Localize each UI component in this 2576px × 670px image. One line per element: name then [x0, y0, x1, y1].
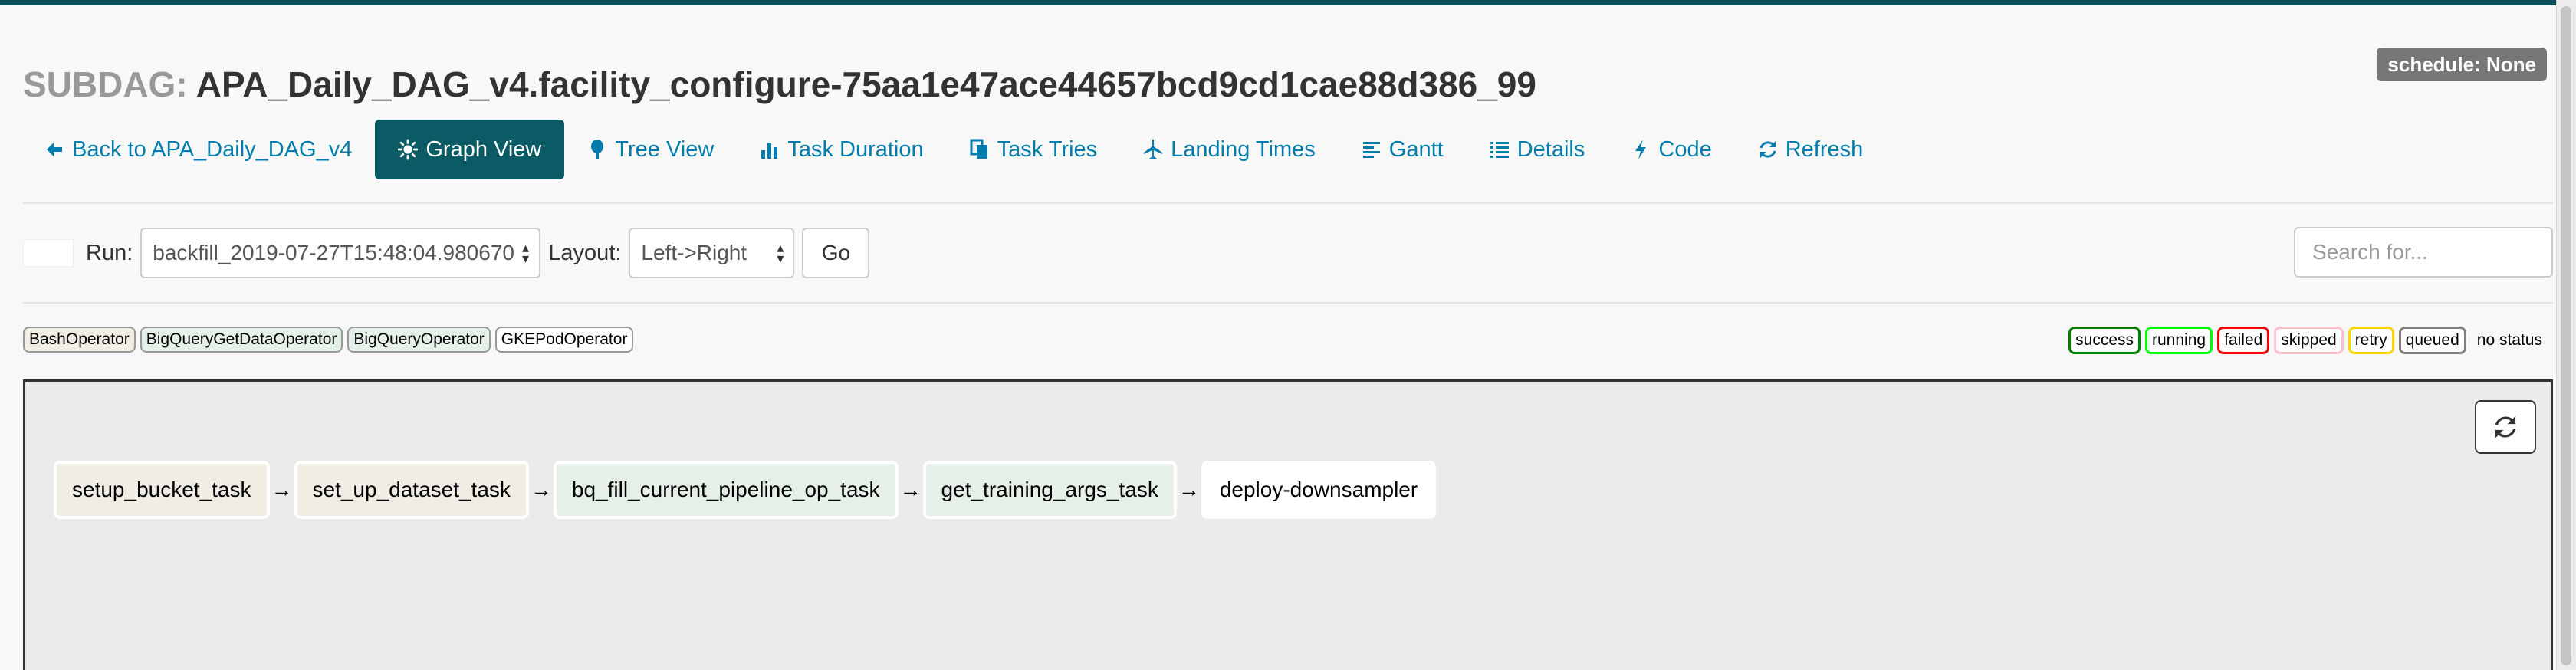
tab-landing-times[interactable]: Landing Times	[1120, 120, 1339, 179]
tab-gantt-label: Gantt	[1388, 136, 1444, 162]
operator-chip: BashOperator	[23, 327, 136, 353]
dag-nav-tabs: Back to APA_Daily_DAG_v4 Graph View Tree…	[23, 120, 1886, 179]
dag-name: APA_Daily_DAG_v4.facility_configure-75aa…	[196, 64, 1536, 104]
operator-chip: BigQueryOperator	[347, 327, 491, 353]
tab-task-duration-label: Task Duration	[787, 136, 924, 162]
run-select-value: backfill_2019-07-27T15:48:04.980670	[153, 241, 514, 264]
sun-icon	[398, 138, 419, 161]
graph-panel[interactable]	[23, 379, 2553, 670]
task-node[interactable]: setup_bucket_task	[54, 461, 270, 519]
bolt-icon	[1631, 138, 1651, 161]
copy-icon	[970, 138, 990, 161]
task-node[interactable]: get_training_args_task	[922, 461, 1177, 519]
refresh-link-label: Refresh	[1785, 136, 1864, 162]
task-node[interactable]: set_up_dataset_task	[294, 461, 529, 519]
run-label: Run:	[86, 240, 133, 265]
page-title: SUBDAG: APA_Daily_DAG_v4.facility_config…	[23, 61, 1536, 107]
select-arrows-icon: ▴ ▾	[777, 240, 784, 266]
run-state-swatch	[23, 239, 74, 267]
tab-tree-view[interactable]: Tree View	[564, 120, 737, 179]
divider	[23, 202, 2553, 204]
layout-select[interactable]: Left->Right ▴ ▾	[629, 228, 795, 278]
run-controls: Run: backfill_2019-07-27T15:48:04.980670…	[23, 226, 870, 280]
edge-arrow-icon: →	[530, 478, 552, 501]
bar-chart-icon	[760, 138, 780, 161]
dag-graph: setup_bucket_task → set_up_dataset_task → bq…	[54, 461, 1437, 519]
tab-tree-view-label: Tree View	[615, 136, 715, 162]
state-chip-failed[interactable]: failed	[2217, 327, 2270, 354]
tab-gantt[interactable]: Gantt	[1339, 120, 1467, 179]
list-icon	[1490, 138, 1510, 161]
task-node[interactable]: deploy-downsampler	[1201, 461, 1437, 519]
tab-graph-view[interactable]: Graph View	[375, 120, 565, 179]
align-left-icon	[1362, 138, 1382, 161]
state-chip-queued[interactable]: queued	[2398, 327, 2466, 354]
back-link[interactable]: Back to APA_Daily_DAG_v4	[23, 120, 375, 179]
layout-label: Layout:	[548, 240, 622, 265]
divider	[23, 302, 2553, 304]
tab-code[interactable]: Code	[1608, 120, 1734, 179]
refresh-icon	[1758, 138, 1778, 161]
arrow-left-icon	[44, 138, 64, 161]
tab-code-label: Code	[1658, 136, 1712, 162]
search-input[interactable]	[2294, 227, 2553, 278]
tab-task-tries-label: Task Tries	[997, 136, 1098, 162]
go-button[interactable]: Go	[802, 228, 870, 278]
edge-arrow-icon: →	[899, 478, 922, 501]
tab-graph-view-label: Graph View	[426, 136, 542, 162]
tab-task-tries[interactable]: Task Tries	[947, 120, 1121, 179]
refresh-graph-button[interactable]	[2475, 400, 2536, 454]
tab-details[interactable]: Details	[1467, 120, 1608, 179]
operator-chip: GKEPodOperator	[495, 327, 634, 353]
scrollbar-thumb[interactable]	[2561, 6, 2571, 665]
schedule-badge: schedule: None	[2377, 48, 2547, 81]
tree-icon	[587, 138, 607, 161]
plane-icon	[1143, 138, 1163, 161]
title-prefix: SUBDAG:	[23, 64, 188, 104]
operator-chip: BigQueryGetDataOperator	[140, 327, 343, 353]
state-chip-skipped[interactable]: skipped	[2274, 327, 2344, 354]
back-link-label: Back to APA_Daily_DAG_v4	[72, 136, 353, 162]
page-scrollbar[interactable]	[2556, 0, 2576, 670]
operator-legend: BashOperator BigQueryGetDataOperator BigQu…	[23, 327, 634, 353]
refresh-icon	[2492, 414, 2518, 440]
state-no-status[interactable]: no status	[2477, 331, 2542, 350]
state-chip-running[interactable]: running	[2145, 327, 2213, 354]
tab-landing-times-label: Landing Times	[1171, 136, 1316, 162]
refresh-link[interactable]: Refresh	[1735, 120, 1887, 179]
run-select[interactable]: backfill_2019-07-27T15:48:04.980670 ▴ ▾	[140, 228, 541, 278]
edge-arrow-icon: →	[1178, 478, 1200, 501]
tab-task-duration[interactable]: Task Duration	[737, 120, 946, 179]
tab-details-label: Details	[1516, 136, 1585, 162]
layout-select-value: Left->Right	[641, 241, 748, 264]
edge-arrow-icon: →	[271, 478, 293, 501]
select-arrows-icon: ▴ ▾	[521, 240, 530, 266]
top-bar	[0, 0, 2576, 5]
task-node[interactable]: bq_fill_current_pipeline_op_task	[553, 461, 899, 519]
state-legend: success running failed skipped retry queued no…	[2068, 327, 2542, 354]
state-chip-success[interactable]: success	[2068, 327, 2141, 354]
state-chip-retry[interactable]: retry	[2348, 327, 2394, 354]
